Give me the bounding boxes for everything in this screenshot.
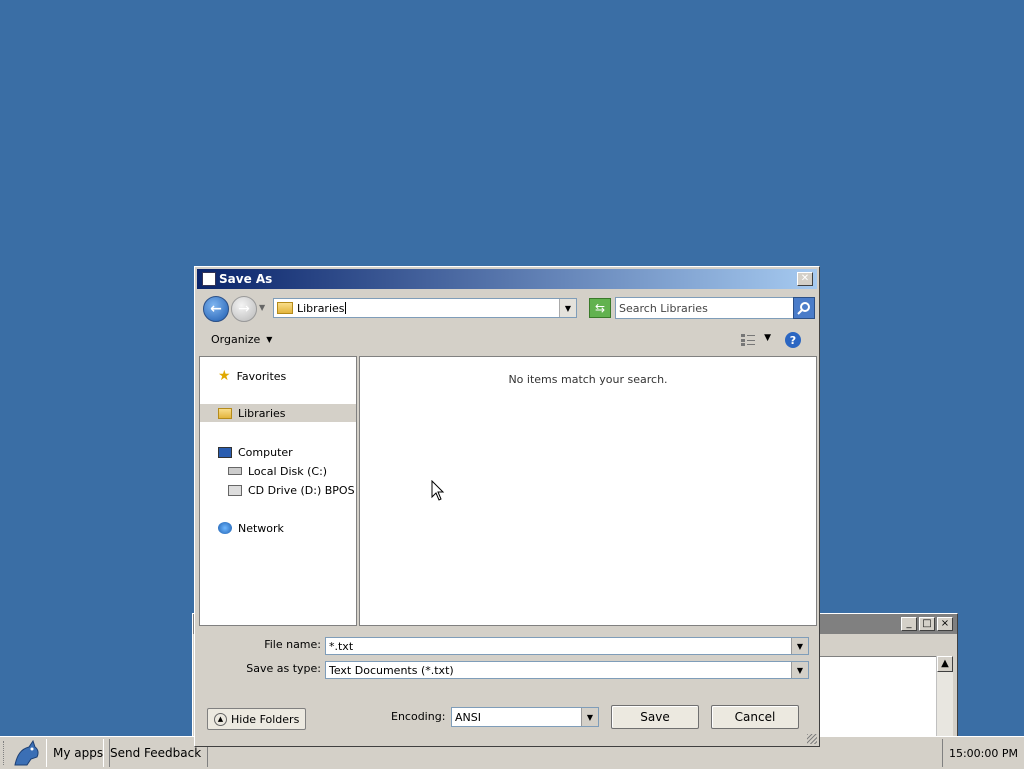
sidebar-item-label: Network <box>238 521 284 535</box>
address-dropdown-icon[interactable]: ▼ <box>559 299 576 317</box>
dialog-title: Save As <box>219 272 273 286</box>
hide-folders-label: Hide Folders <box>231 712 300 726</box>
chevron-up-icon: ▲ <box>214 712 227 726</box>
mouse-cursor-icon <box>431 479 445 505</box>
organize-menu[interactable]: Organize ▼ <box>211 333 272 346</box>
dialog-titlebar[interactable]: Save As ✕ <box>197 269 817 289</box>
organize-label: Organize <box>211 333 261 346</box>
back-arrow-icon[interactable]: ← <box>203 296 229 322</box>
cancel-button[interactable]: Cancel <box>711 705 799 729</box>
encoding-select[interactable]: ANSI ▼ <box>451 707 599 727</box>
file-name-field[interactable]: *.txt ▼ <box>325 637 809 655</box>
sidebar-item-label: Libraries <box>238 406 286 420</box>
sidebar-item-label: CD Drive (D:) BPOS <box>248 483 355 497</box>
help-icon[interactable]: ? <box>785 332 801 348</box>
cd-drive-icon <box>228 484 242 496</box>
search-icon[interactable] <box>793 297 815 319</box>
command-bar: Organize ▼ ▼ ? <box>199 329 815 353</box>
save-button[interactable]: Save <box>611 705 699 729</box>
empty-message: No items match your search. <box>508 373 668 386</box>
history-dropdown-icon[interactable]: ▼ <box>259 303 265 312</box>
file-list-pane[interactable]: No items match your search. <box>359 356 817 626</box>
start-logo-icon[interactable] <box>8 739 44 767</box>
sidebar-item-cd-drive[interactable]: CD Drive (D:) BPOS <box>228 481 355 499</box>
taskbar-grip[interactable] <box>3 741 7 765</box>
view-options-icon[interactable] <box>741 334 755 346</box>
maximize-button[interactable]: □ <box>919 617 935 631</box>
navigation-bar: ← → ▼ Libraries ▼ ⇆ Search Libraries <box>201 293 815 325</box>
encoding-dropdown-icon[interactable]: ▼ <box>581 708 598 726</box>
file-name-value[interactable]: *.txt <box>329 640 353 653</box>
navigation-pane: ★ Favorites Libraries Computer Local Dis… <box>199 356 357 626</box>
hard-drive-icon <box>228 467 242 475</box>
scroll-up-arrow-icon[interactable]: ▲ <box>937 656 953 672</box>
address-text[interactable]: Libraries <box>297 302 345 315</box>
save-type-label: Save as type: <box>246 662 321 675</box>
sidebar-item-favorites[interactable]: ★ Favorites <box>218 367 286 385</box>
encoding-row: Encoding: <box>391 710 445 723</box>
libraries-folder-icon <box>277 302 293 314</box>
notepad-icon <box>202 272 216 286</box>
file-name-row: File name: <box>195 638 321 651</box>
dialog-close-button[interactable]: ✕ <box>797 272 813 286</box>
sidebar-item-computer[interactable]: Computer <box>218 443 293 461</box>
encoding-label: Encoding: <box>391 710 446 723</box>
save-type-row: Save as type: <box>195 662 321 675</box>
view-dropdown-icon[interactable]: ▼ <box>764 333 771 343</box>
forward-arrow-icon[interactable]: → <box>231 296 257 322</box>
refresh-icon[interactable]: ⇆ <box>589 298 611 318</box>
clock: 15:00:00 PM <box>941 739 1024 767</box>
sidebar-item-local-disk[interactable]: Local Disk (C:) <box>228 462 327 480</box>
search-input[interactable]: Search Libraries <box>615 297 795 319</box>
computer-icon <box>218 446 232 458</box>
hide-folders-button[interactable]: ▲ Hide Folders <box>207 708 307 730</box>
organize-dropdown-icon: ▼ <box>266 335 273 344</box>
address-bar[interactable]: Libraries ▼ <box>273 298 577 318</box>
network-icon <box>218 522 232 534</box>
save-type-select[interactable]: Text Documents (*.txt) ▼ <box>325 661 809 679</box>
sidebar-item-network[interactable]: Network <box>218 519 284 537</box>
file-name-label: File name: <box>264 638 321 651</box>
send-feedback-button[interactable]: Send Feedback <box>103 739 209 767</box>
save-as-dialog: Save As ✕ ← → ▼ Libraries ▼ ⇆ Search Lib… <box>194 266 820 747</box>
close-button[interactable]: × <box>937 617 953 631</box>
sidebar-item-label: Local Disk (C:) <box>248 464 328 478</box>
minimize-button[interactable]: _ <box>901 617 917 631</box>
sidebar-item-label: Favorites <box>236 369 287 383</box>
libraries-icon <box>218 407 232 419</box>
star-icon: ★ <box>218 368 231 384</box>
sidebar-item-label: Computer <box>238 445 293 459</box>
save-type-value[interactable]: Text Documents (*.txt) <box>329 664 454 677</box>
file-name-dropdown-icon[interactable]: ▼ <box>791 638 808 654</box>
encoding-value[interactable]: ANSI <box>455 711 481 724</box>
sidebar-item-libraries[interactable]: Libraries <box>200 404 356 422</box>
my-apps-button[interactable]: My apps <box>46 739 111 767</box>
resize-grip[interactable] <box>807 734 817 744</box>
save-type-dropdown-icon[interactable]: ▼ <box>791 662 808 678</box>
